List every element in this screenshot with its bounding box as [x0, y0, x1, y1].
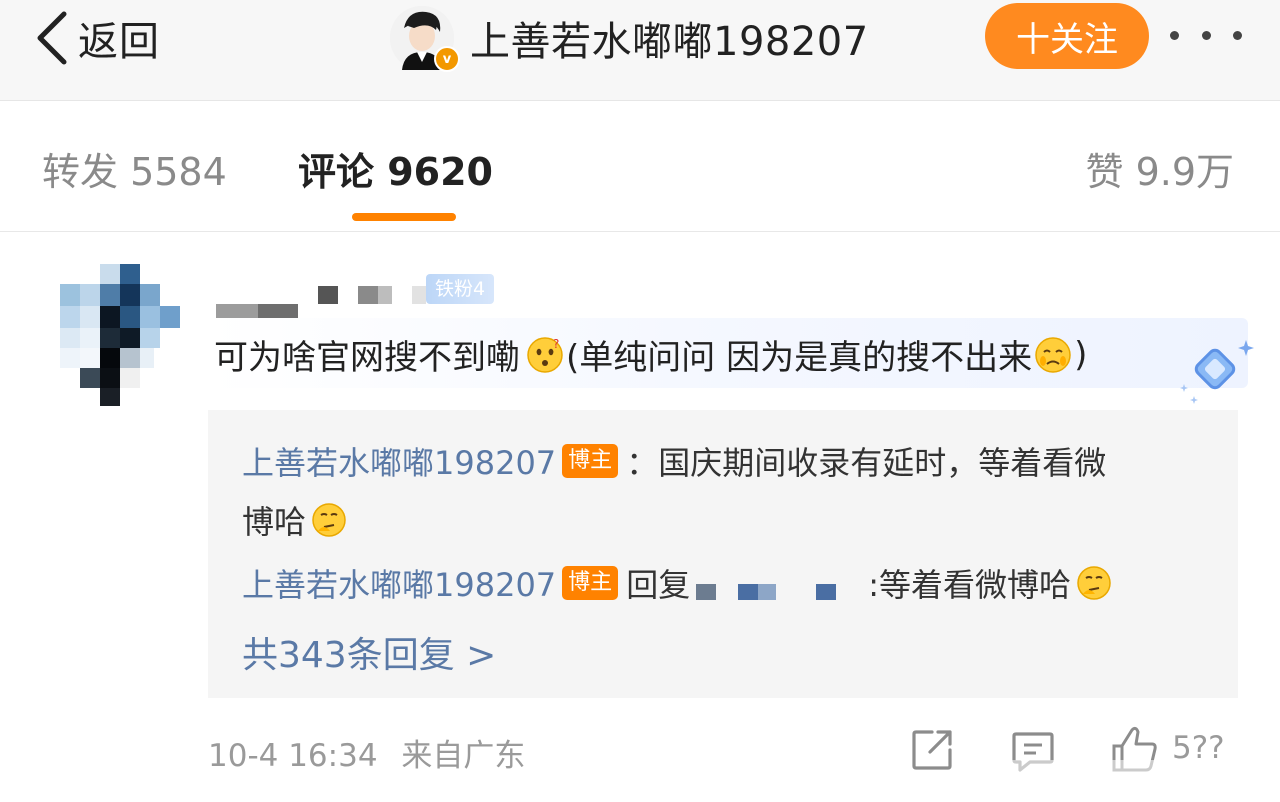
fan-level-badge: 铁粉4	[426, 274, 495, 304]
chevron-left-icon	[37, 11, 67, 65]
avatar[interactable]: v	[390, 6, 460, 72]
reply-author[interactable]: 上善若水嘟嘟198207	[242, 438, 556, 484]
commenter-name-pixelated[interactable]	[216, 282, 426, 322]
reply-text: ：国庆期间收录有延时，等着看微	[626, 444, 1107, 482]
share-icon[interactable]	[910, 728, 954, 772]
author-name[interactable]: 上善若水嘟嘟198207	[470, 9, 869, 67]
thinking-face-icon	[1077, 566, 1111, 600]
watermark-overlay	[1000, 760, 1272, 788]
comment-meta: 10-4 16:34 来自广东	[208, 730, 525, 775]
back-button[interactable]: 返回	[34, 8, 160, 68]
top-nav-bar: 返回 v 上善若水嘟嘟198207 十关注	[0, 0, 1280, 101]
author-header[interactable]: v 上善若水嘟嘟198207	[390, 6, 869, 72]
more-dots-icon[interactable]	[1170, 20, 1242, 50]
comment-text-close: )	[1074, 334, 1088, 375]
tab-comment[interactable]: 评论 9620	[298, 141, 493, 196]
thinking-face-icon: ?	[527, 337, 563, 373]
reply-author[interactable]: 上善若水嘟嘟198207	[242, 560, 556, 606]
host-badge: 博主	[562, 566, 619, 600]
post-tabs: 转发 5584 评论 9620 赞 9.9万	[0, 101, 1280, 232]
mentioned-user-pixelated[interactable]	[694, 566, 864, 600]
follow-button[interactable]: 十关注	[985, 3, 1149, 69]
reply-text: 博哈	[242, 503, 307, 541]
verified-badge: v	[434, 46, 460, 72]
svg-text:?: ?	[553, 337, 559, 351]
comment-location: 来自广东	[401, 738, 526, 774]
reply-text: :等着看微博哈	[868, 566, 1071, 604]
reply-word: 回复	[626, 566, 691, 604]
diamond-sparkle-icon	[1180, 340, 1254, 404]
comment-text-part1: 可为啥官网搜不到嘞	[214, 338, 520, 378]
comment-text-part2: (单纯问问 因为是真的搜不出来	[566, 338, 1033, 378]
back-label: 返回	[78, 19, 160, 65]
commenter-avatar-pixelated[interactable]	[60, 264, 180, 406]
sad-face-icon	[1035, 336, 1071, 373]
comment-text: 可为啥官网搜不到嘞 ? (单纯问问 因为是真的搜不出来 )	[214, 330, 1087, 379]
tab-repost[interactable]: 转发 5584	[42, 141, 227, 196]
view-all-replies-link[interactable]: 共343条回复 >	[242, 626, 496, 678]
comment-time: 10-4 16:34	[208, 738, 378, 774]
reply-item-continued[interactable]: 博哈	[242, 497, 348, 543]
tab-active-indicator	[352, 213, 456, 221]
reply-item[interactable]: 上善若水嘟嘟198207 博主 回复 :等着看微博哈	[242, 560, 1113, 606]
host-badge: 博主	[562, 444, 619, 478]
thinking-face-icon	[312, 503, 346, 537]
reply-item[interactable]: 上善若水嘟嘟198207 博主 ：国庆期间收录有延时，等着看微	[242, 438, 1106, 484]
tab-like[interactable]: 赞 9.9万	[1085, 141, 1234, 196]
